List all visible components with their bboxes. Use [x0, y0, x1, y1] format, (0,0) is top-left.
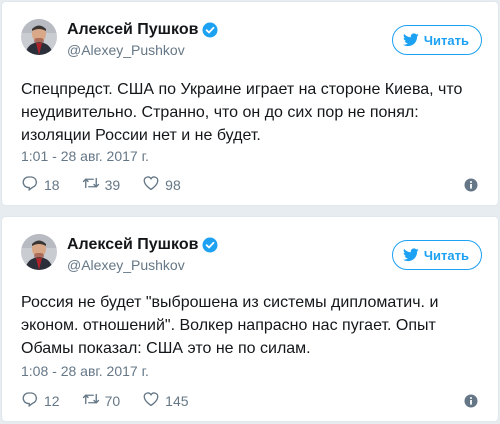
like-button[interactable]: 145 [142, 390, 189, 411]
avatar[interactable] [21, 19, 57, 55]
retweet-button[interactable]: 39 [82, 174, 121, 195]
reply-icon [21, 174, 44, 195]
follow-button[interactable]: Читать [391, 25, 482, 55]
retweet-count: 70 [104, 392, 121, 409]
display-name[interactable]: Алексей Пушков [67, 20, 198, 40]
twitter-bird-icon [402, 33, 419, 47]
display-name[interactable]: Алексей Пушков [67, 235, 198, 255]
reply-button[interactable]: 18 [21, 174, 60, 195]
verified-badge-icon [202, 22, 218, 38]
like-count: 98 [165, 176, 181, 193]
tweet-timestamp[interactable]: 1:01 - 28 авг. 2017 г. [21, 148, 149, 164]
tweet-text: Россия не будет "выброшена из системы ди… [21, 294, 439, 357]
author-block: Алексей Пушков @Alexey_Pushkov [67, 20, 218, 59]
like-button[interactable]: 98 [142, 174, 181, 195]
follow-button[interactable]: Читать [391, 240, 482, 270]
user-handle[interactable]: @Alexey_Pushkov [67, 41, 218, 59]
follow-label: Читать [423, 32, 469, 48]
reply-icon [21, 390, 44, 411]
retweet-icon [82, 390, 105, 411]
avatar[interactable] [21, 234, 57, 270]
author-block: Алексей Пушков @Alexey_Pushkov [67, 235, 218, 274]
heart-icon [142, 390, 165, 411]
reply-count: 18 [44, 176, 60, 193]
tweet-actions: 18 39 98 [21, 174, 203, 195]
follow-label: Читать [423, 247, 469, 263]
like-count: 145 [165, 392, 189, 409]
retweet-icon [82, 174, 105, 195]
reply-count: 12 [44, 392, 60, 409]
tweet-actions: 12 70 145 [21, 390, 211, 411]
tweet-card: Алексей Пушков @Alexey_Pushkov Читать Ро… [1, 216, 499, 422]
retweet-button[interactable]: 70 [82, 390, 121, 411]
tweet-feed: Алексей Пушков @Alexey_Pushkov Читать Сп… [0, 0, 500, 424]
tweet-text: Спецпредст. США по Украине играет на сто… [21, 81, 463, 144]
tweet-timestamp[interactable]: 1:08 - 28 авг. 2017 г. [21, 363, 149, 379]
info-icon[interactable] [464, 178, 478, 192]
user-handle[interactable]: @Alexey_Pushkov [67, 256, 218, 274]
tweet-card: Алексей Пушков @Alexey_Pushkov Читать Сп… [1, 1, 499, 206]
info-icon[interactable] [464, 394, 478, 408]
heart-icon [142, 174, 165, 195]
verified-badge-icon [202, 237, 218, 253]
retweet-count: 39 [104, 176, 121, 193]
twitter-bird-icon [402, 248, 419, 262]
reply-button[interactable]: 12 [21, 390, 60, 411]
